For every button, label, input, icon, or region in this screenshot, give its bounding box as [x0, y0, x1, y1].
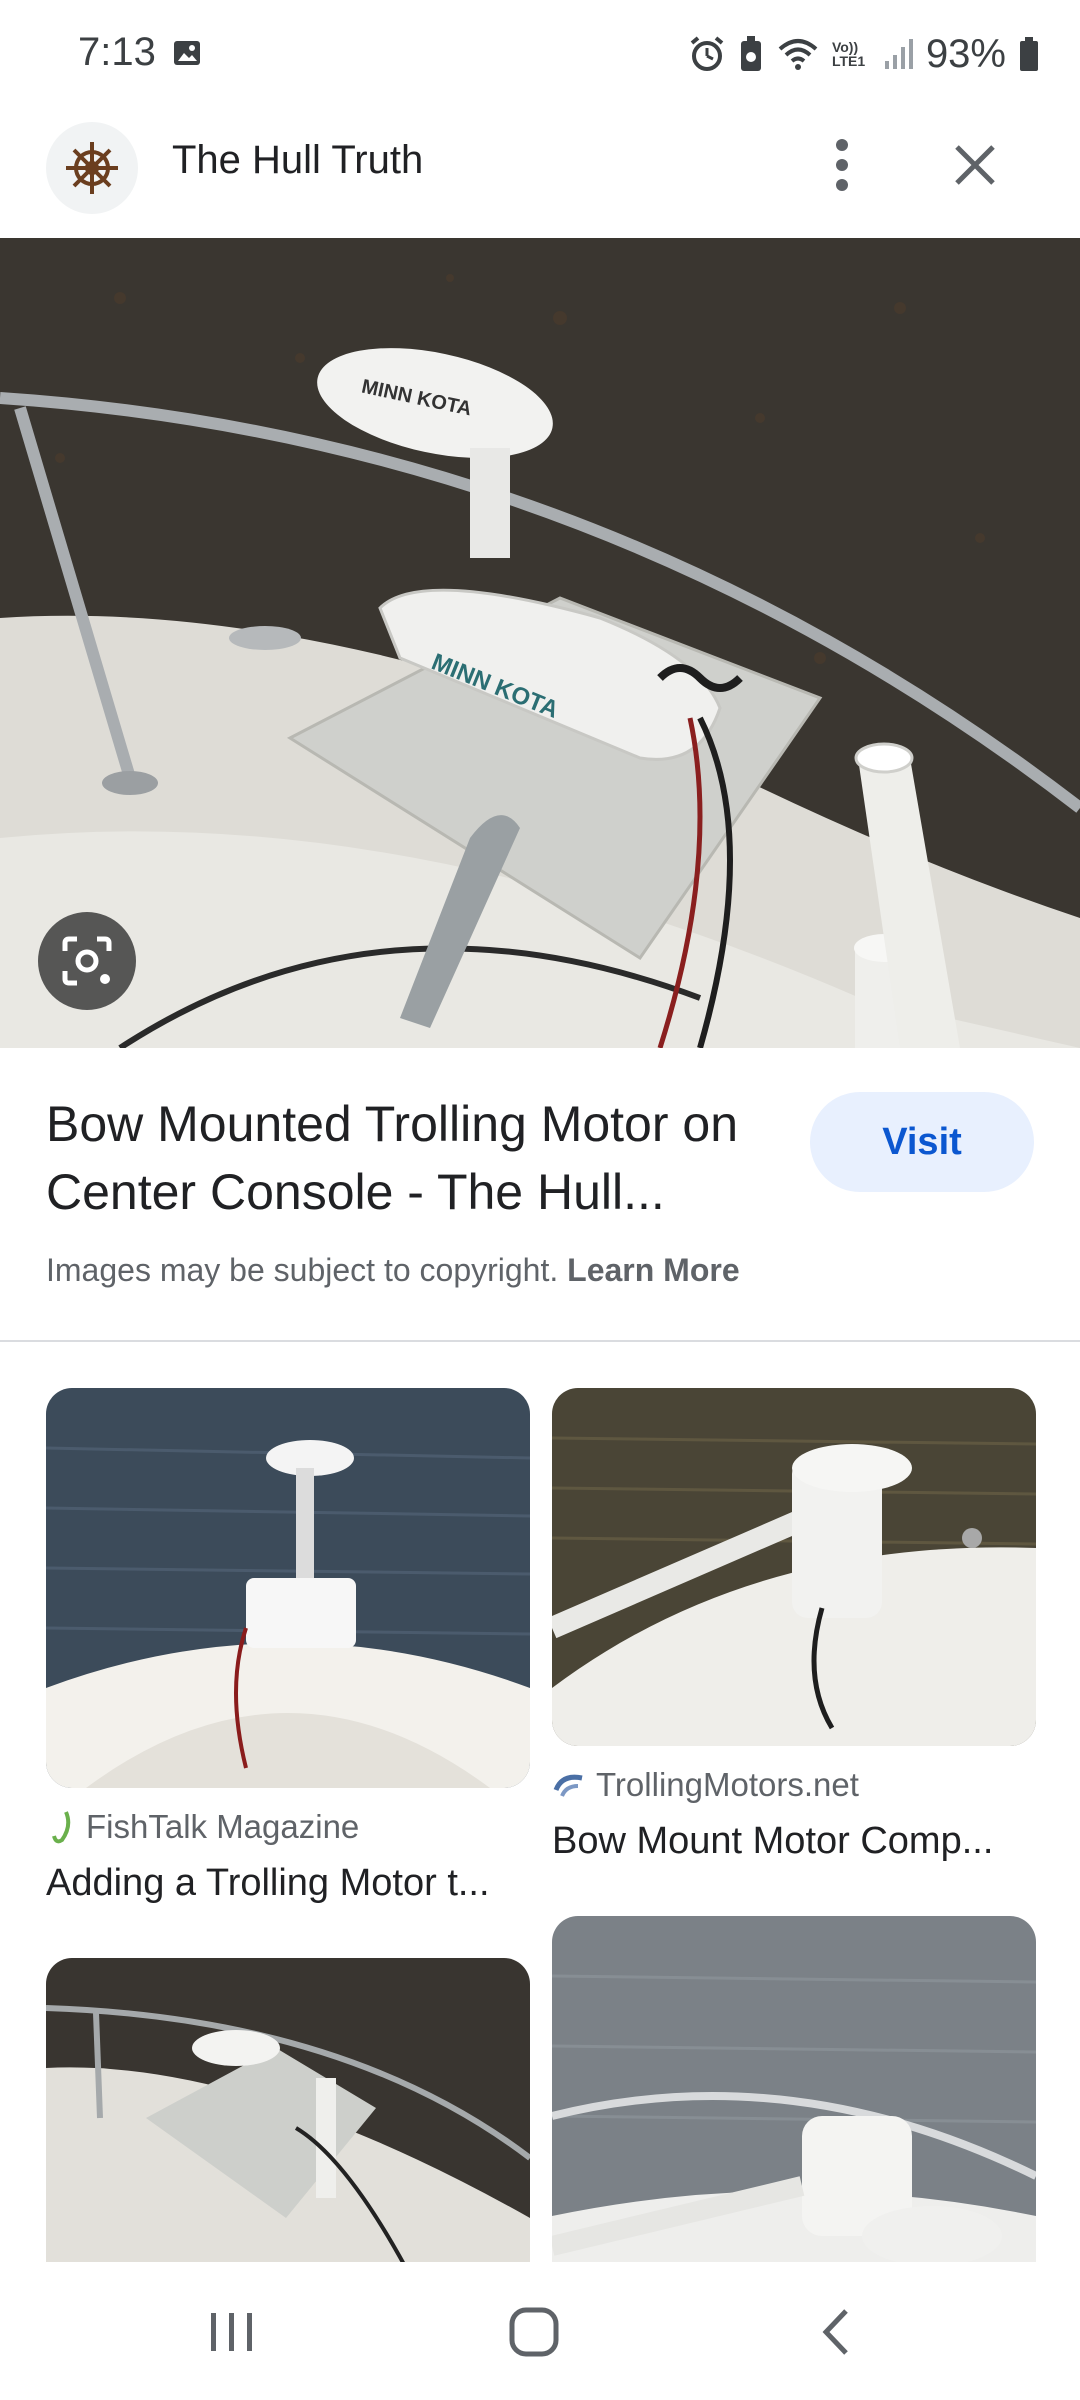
related-source-2: TrollingMotors.net [552, 1766, 859, 1804]
related-image-4-photo [552, 1916, 1036, 2278]
more-vert-icon [836, 139, 848, 191]
related-title-1[interactable]: Adding a Trolling Motor t... [46, 1862, 490, 1905]
battery-percent: 93% [925, 31, 1006, 76]
close-button[interactable] [940, 130, 1010, 200]
home-icon [509, 2307, 559, 2357]
divider [0, 1340, 1080, 1342]
related-image-3-photo [46, 1958, 530, 2278]
lens-search-icon [62, 936, 112, 986]
copyright-text: Images may be subject to copyright. [46, 1252, 559, 1288]
related-image-1-photo [46, 1388, 530, 1788]
source-header: The Hull Truth [0, 110, 1080, 238]
related-image-2[interactable] [552, 1388, 1036, 1746]
status-time: 7:13 [78, 30, 156, 74]
copyright-notice: Images may be subject to copyright. Lear… [46, 1252, 740, 1289]
alarm-icon [690, 36, 724, 71]
close-icon [955, 145, 995, 185]
fishtalk-logo-icon [52, 1811, 71, 1844]
site-favicon[interactable] [46, 122, 138, 214]
site-name[interactable]: The Hull Truth [172, 138, 423, 183]
main-image[interactable]: MINN KOTA MINN KOTA [0, 238, 1080, 1048]
battery-saver-icon [740, 36, 761, 71]
related-image-3[interactable] [46, 1958, 530, 2278]
gallery-notification-icon [174, 41, 200, 65]
back-button[interactable] [796, 2292, 876, 2372]
signal-icon [884, 39, 913, 69]
related-title-2[interactable]: Bow Mount Motor Comp... [552, 1820, 993, 1863]
status-icons: Vo)) LTE1 93% [688, 26, 1040, 82]
back-icon [822, 2309, 848, 2355]
system-nav-bar [0, 2262, 1080, 2400]
status-bar: 7:13 Vo)) LTE1 93% [0, 0, 1080, 110]
visit-button[interactable]: Visit [810, 1092, 1034, 1192]
battery-icon [1020, 37, 1038, 71]
more-options-button[interactable] [810, 130, 874, 200]
related-source-2-name: TrollingMotors.net [596, 1766, 859, 1803]
boat-bow-photo: MINN KOTA MINN KOTA [0, 238, 1080, 1048]
recent-apps-icon [211, 2313, 252, 2351]
learn-more-link[interactable]: Learn More [567, 1252, 739, 1288]
network-type-label: Vo)) LTE1 [831, 39, 866, 69]
ship-wheel-icon [66, 142, 118, 194]
home-button[interactable] [494, 2292, 574, 2372]
related-source-1-name: FishTalk Magazine [86, 1808, 360, 1845]
related-source-1: FishTalk Magazine [50, 1808, 359, 1846]
related-image-2-photo [552, 1388, 1036, 1746]
trollingmotors-logo-icon [553, 1774, 583, 1797]
google-lens-button[interactable] [38, 912, 136, 1010]
related-image-1[interactable] [46, 1388, 530, 1788]
recent-apps-button[interactable] [192, 2292, 272, 2372]
related-image-4[interactable] [552, 1916, 1036, 2278]
wifi-icon [778, 39, 818, 70]
result-title[interactable]: Bow Mounted Trolling Motor on Center Con… [46, 1090, 766, 1226]
